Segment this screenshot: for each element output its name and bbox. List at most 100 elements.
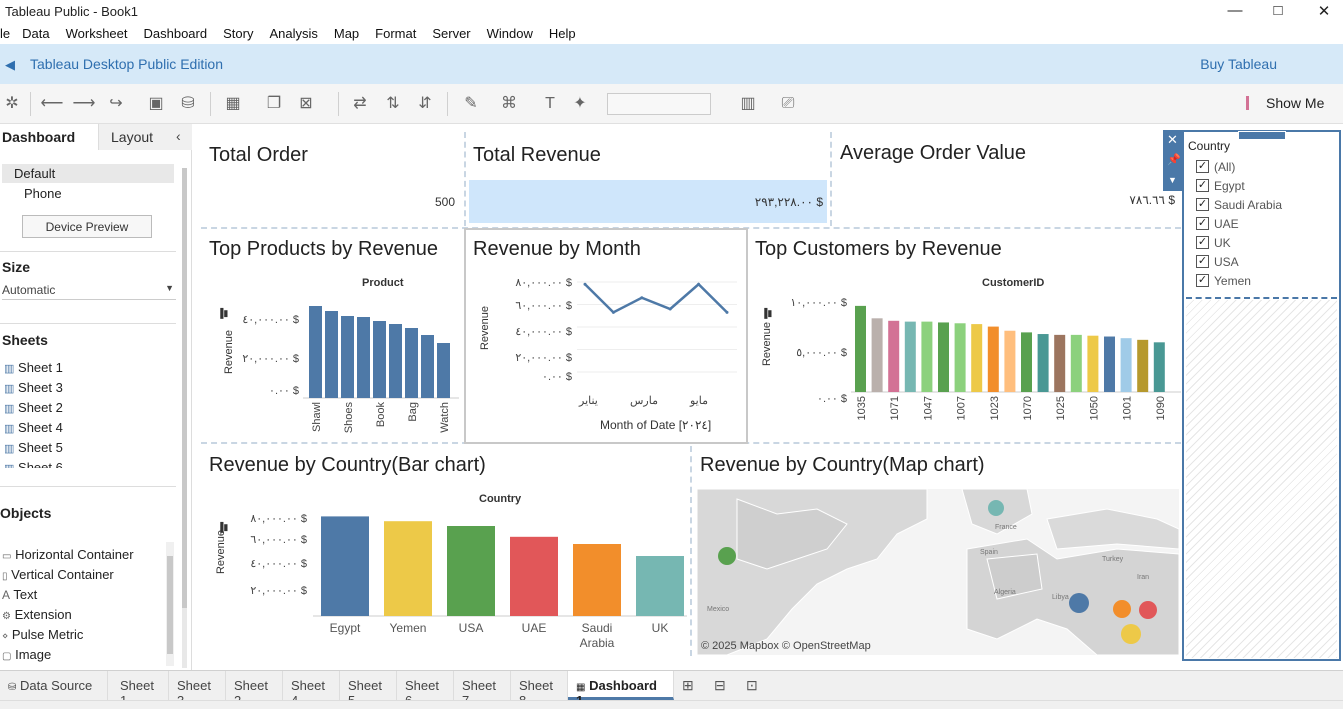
- show-cards-icon[interactable]: ▥: [736, 92, 760, 116]
- bar[interactable]: [1070, 334, 1082, 392]
- bar[interactable]: [888, 320, 900, 392]
- redo-menu-icon[interactable]: ↪: [104, 92, 128, 116]
- line-point[interactable]: [668, 307, 672, 311]
- pin-icon[interactable]: 📌: [1167, 153, 1181, 166]
- tab-sheet[interactable]: Sheet 6: [397, 671, 454, 708]
- bar[interactable]: [421, 335, 434, 398]
- highlight-icon[interactable]: ✎: [459, 92, 483, 116]
- sort-descending-icon[interactable]: ⇵: [413, 92, 437, 116]
- new-datasource-icon[interactable]: ⛁: [176, 92, 200, 116]
- map-point-egypt[interactable]: [1069, 593, 1089, 613]
- map-point-saudi-arabia[interactable]: [1113, 600, 1131, 618]
- sort-ascending-icon[interactable]: ⇅: [381, 92, 405, 116]
- presentation-icon[interactable]: ⎚: [776, 92, 800, 116]
- menu-worksheet[interactable]: Worksheet: [66, 24, 128, 41]
- menu-map[interactable]: Map: [334, 24, 359, 41]
- bar[interactable]: [938, 322, 949, 392]
- menu-dashboard[interactable]: Dashboard: [144, 24, 208, 41]
- line-point[interactable]: [640, 296, 644, 300]
- sheet-item[interactable]: ▥ Sheet 6: [4, 460, 63, 468]
- menu-help[interactable]: Help: [549, 24, 576, 41]
- tab-sheet[interactable]: Sheet 1: [112, 671, 169, 708]
- map-point-yemen[interactable]: [1121, 624, 1141, 644]
- tab-sheet[interactable]: Sheet 3: [169, 671, 226, 708]
- map-point-uk[interactable]: [988, 500, 1004, 516]
- menu-data[interactable]: Data: [22, 24, 49, 41]
- show-me-icon[interactable]: [1246, 96, 1258, 110]
- tab-dashboard-active[interactable]: ▦ Dashboard 1: [568, 671, 674, 708]
- remove-icon[interactable]: ✕: [1167, 132, 1178, 148]
- tab-sheet[interactable]: Sheet 7: [454, 671, 511, 708]
- drag-handle[interactable]: [1238, 131, 1286, 140]
- labels-icon[interactable]: T: [538, 92, 562, 116]
- bar[interactable]: [1021, 332, 1032, 392]
- tab-dashboard[interactable]: Dashboard: [2, 124, 98, 150]
- swap-icon[interactable]: ⇄: [348, 92, 372, 116]
- sheet-item[interactable]: ▥ Sheet 4: [4, 420, 63, 435]
- minimize-button[interactable]: —: [1220, 2, 1250, 22]
- bar[interactable]: [1137, 339, 1149, 392]
- new-worksheet-icon[interactable]: ▦: [221, 92, 245, 116]
- line-point[interactable]: [697, 282, 701, 286]
- bar[interactable]: [1037, 334, 1049, 392]
- line-point[interactable]: [725, 310, 729, 314]
- bar[interactable]: [987, 326, 999, 392]
- more-options-icon[interactable]: ▼: [1168, 175, 1177, 185]
- device-phone[interactable]: Phone: [24, 186, 62, 201]
- bar[interactable]: [373, 321, 386, 398]
- objects-scrollbar[interactable]: [166, 542, 174, 666]
- menu-format[interactable]: Format: [375, 24, 416, 41]
- object-pulse-metric[interactable]: ⋄ Pulse Metric: [2, 627, 83, 642]
- bar[interactable]: [325, 311, 338, 398]
- bar[interactable]: [437, 343, 450, 398]
- object-vertical-container[interactable]: ▯ Vertical Container: [2, 567, 114, 582]
- clear-sheet-icon[interactable]: ⊠: [294, 92, 318, 116]
- bar[interactable]: [510, 536, 558, 616]
- bar[interactable]: [573, 544, 621, 616]
- bar[interactable]: [357, 317, 370, 398]
- tab-sheet[interactable]: Sheet 4: [283, 671, 340, 708]
- bar[interactable]: [971, 324, 983, 392]
- bar[interactable]: [309, 306, 322, 398]
- bar[interactable]: [871, 318, 883, 392]
- new-story-icon[interactable]: ⊡: [746, 677, 758, 694]
- forward-icon[interactable]: ⟶: [72, 92, 96, 116]
- show-me-button[interactable]: Show Me: [1266, 95, 1324, 111]
- close-button[interactable]: ✕: [1309, 2, 1339, 22]
- maximize-button[interactable]: □: [1263, 2, 1293, 22]
- size-dropdown[interactable]: Automatic ▼: [2, 283, 176, 300]
- menu-file[interactable]: le: [0, 24, 10, 41]
- new-dashboard-icon[interactable]: ⊟: [714, 677, 726, 694]
- object-image[interactable]: ▢ Image: [2, 647, 51, 662]
- device-preview-button[interactable]: Device Preview: [22, 215, 152, 238]
- menu-window[interactable]: Window: [487, 24, 533, 41]
- fit-dropdown[interactable]: [607, 93, 711, 115]
- bar[interactable]: [1004, 330, 1016, 392]
- tab-sheet[interactable]: Sheet 8: [511, 671, 568, 708]
- panel-scrollbar[interactable]: [182, 168, 187, 668]
- country-map[interactable]: France Spain Turkey Iran Algeria Libya M…: [697, 489, 1179, 655]
- bar[interactable]: [384, 521, 432, 616]
- tab-data-source[interactable]: ⛁ Data Source: [0, 671, 108, 700]
- bar[interactable]: [954, 323, 966, 392]
- group-icon[interactable]: ⌘: [497, 92, 521, 116]
- device-default[interactable]: Default: [2, 164, 174, 183]
- menu-analysis[interactable]: Analysis: [269, 24, 317, 41]
- bar[interactable]: [321, 516, 369, 616]
- object-text[interactable]: A Text: [2, 587, 37, 602]
- bar[interactable]: [389, 324, 402, 398]
- bar[interactable]: [921, 321, 933, 392]
- bar[interactable]: [1054, 334, 1066, 392]
- bar[interactable]: [1120, 338, 1132, 392]
- map-point-uae[interactable]: [1139, 601, 1157, 619]
- bar[interactable]: [1104, 336, 1115, 392]
- map-point-usa[interactable]: [718, 547, 736, 565]
- sort-icon[interactable]: ▐▮: [217, 308, 228, 319]
- bar[interactable]: [341, 316, 354, 398]
- bar[interactable]: [1153, 342, 1165, 392]
- pin-icon[interactable]: ✦: [568, 92, 592, 116]
- new-worksheet-icon[interactable]: ⊞: [682, 677, 694, 694]
- bar[interactable]: [405, 328, 418, 398]
- menu-server[interactable]: Server: [432, 24, 470, 41]
- bar[interactable]: [855, 305, 866, 392]
